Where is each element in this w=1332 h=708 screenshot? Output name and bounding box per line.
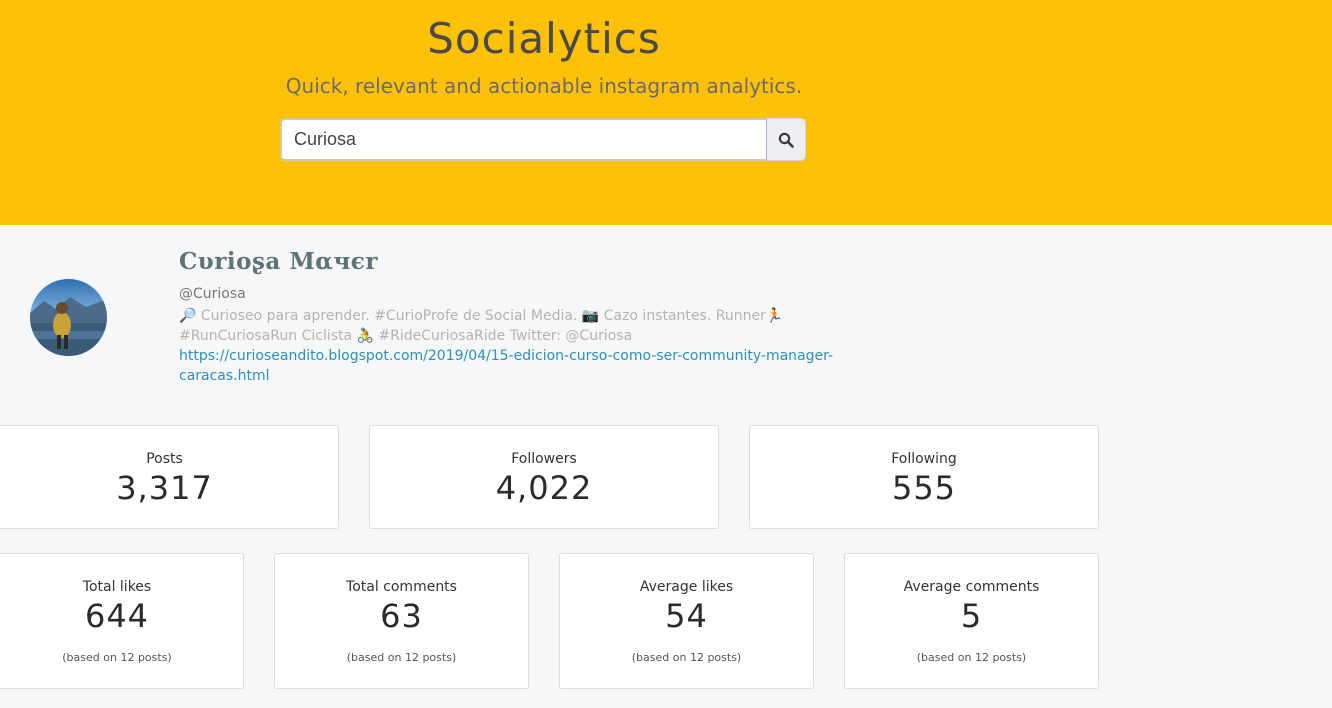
stat-value: 4,022 [495, 469, 593, 507]
stat-card-total-likes: Total likes 644 (based on 12 posts) [0, 553, 244, 689]
avatar-image [30, 279, 107, 356]
search-bar [280, 118, 806, 161]
profile-handle: @Curiosa [179, 286, 246, 302]
stat-label: Posts [146, 451, 183, 467]
app-subtitle: Quick, relevant and actionable instagram… [285, 74, 803, 98]
stat-card-posts: Posts 3,317 [0, 425, 339, 529]
stat-note: (based on 12 posts) [62, 651, 172, 664]
stat-label: Average comments [903, 579, 1040, 595]
stat-note: (based on 12 posts) [631, 651, 742, 664]
stat-value: 54 [665, 597, 708, 635]
header-banner: Socialytics Quick, relevant and actionab… [0, 0, 1332, 225]
stat-card-average-likes: Average likes 54 (based on 12 posts) [559, 553, 814, 689]
stat-value: 555 [891, 469, 957, 507]
avatar[interactable] [30, 279, 107, 356]
stat-value: 63 [380, 597, 423, 635]
stat-note: (based on 12 posts) [916, 651, 1027, 664]
stat-value: 3,317 [116, 469, 213, 507]
stat-label: Average likes [639, 579, 734, 595]
stat-card-following: Following 555 [749, 425, 1099, 529]
stat-card-total-comments: Total comments 63 (based on 12 posts) [274, 553, 529, 689]
stat-label: Following [891, 451, 957, 467]
stat-label: Followers [511, 451, 577, 467]
search-input[interactable] [280, 118, 767, 161]
profile-name: Cυrioʂa Mαчєr [179, 248, 378, 275]
profile-bio-line: 🔎 Curioseo para aprender. #CurioProfe de… [179, 308, 784, 324]
search-icon [778, 132, 794, 148]
profile-website-link[interactable]: https://curioseandito.blogspot.com/2019/… [179, 346, 889, 386]
stat-value: 5 [960, 597, 983, 635]
stat-card-followers: Followers 4,022 [369, 425, 719, 529]
profile-bio: 🔎 Curioseo para aprender. #CurioProfe de… [179, 306, 879, 346]
stat-value: 644 [84, 597, 150, 635]
profile-bio-line: #RunCuriosaRun Ciclista 🚴 #RideCuriosaRi… [179, 328, 633, 344]
stat-label: Total comments [346, 579, 457, 595]
stat-note: (based on 12 posts) [346, 651, 457, 664]
search-button[interactable] [767, 118, 806, 161]
stat-card-average-comments: Average comments 5 (based on 12 posts) [844, 553, 1099, 689]
app-title: Socialytics [427, 14, 661, 63]
stat-label: Total likes [82, 579, 152, 595]
